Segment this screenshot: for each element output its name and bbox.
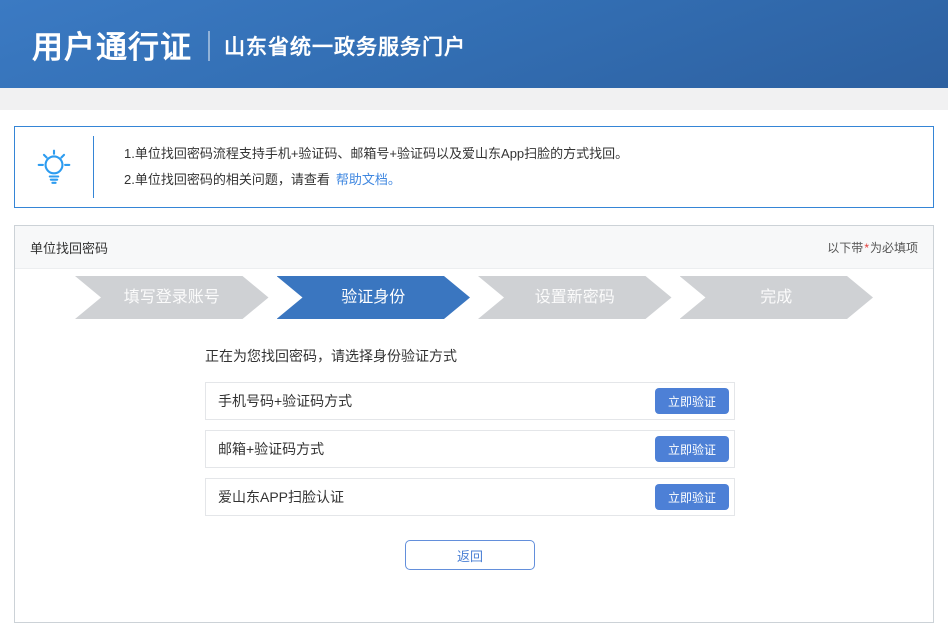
progress-steps: 填写登录账号 验证身份 设置新密码 完成 (75, 276, 873, 319)
step-set-new-password: 设置新密码 (478, 276, 672, 319)
method-row-face-scan: 爱山东APP扫脸认证 立即验证 (205, 478, 735, 516)
back-button-wrap: 返回 (205, 540, 735, 570)
required-note-prefix: 以下带 (827, 241, 863, 255)
verify-now-button-phone[interactable]: 立即验证 (655, 388, 729, 414)
required-note-suffix: 为必填项 (870, 241, 918, 255)
back-button[interactable]: 返回 (405, 540, 535, 570)
step-label: 完成 (760, 289, 792, 306)
link-suffix: 。 (388, 172, 401, 187)
required-star: * (863, 241, 870, 255)
method-label: 手机号码+验证码方式 (206, 391, 352, 411)
step-label: 填写登录账号 (124, 289, 220, 306)
recover-password-panel: 单位找回密码 以下带*为必填项 填写登录账号 验证身份 设置新密码 完成 正在为… (14, 225, 934, 623)
title-divider (208, 31, 210, 61)
step-label: 验证身份 (341, 289, 405, 306)
top-banner: 用户通行证 山东省统一政务服务门户 (0, 0, 948, 88)
step-label: 设置新密码 (535, 289, 615, 306)
notice-text: 1.单位找回密码流程支持手机+验证码、邮箱号+验证码以及爱山东App扫脸的方式找… (94, 141, 628, 193)
lightbulb-icon (15, 148, 93, 186)
method-row-phone: 手机号码+验证码方式 立即验证 (205, 382, 735, 420)
step-verify-identity: 验证身份 (277, 276, 471, 319)
step-fill-account: 填写登录账号 (75, 276, 269, 319)
panel-title: 单位找回密码 (30, 238, 108, 257)
notice-line-2-text: 2.单位找回密码的相关问题，请查看 (124, 172, 330, 187)
method-label: 邮箱+验证码方式 (206, 439, 324, 459)
verify-now-button-email[interactable]: 立即验证 (655, 436, 729, 462)
notice-line-2: 2.单位找回密码的相关问题，请查看帮助文档。 (124, 167, 628, 193)
verify-now-button-face[interactable]: 立即验证 (655, 484, 729, 510)
notice-box: 1.单位找回密码流程支持手机+验证码、邮箱号+验证码以及爱山东App扫脸的方式找… (14, 126, 934, 208)
notice-line-1: 1.单位找回密码流程支持手机+验证码、邮箱号+验证码以及爱山东App扫脸的方式找… (124, 141, 628, 167)
verify-prompt: 正在为您找回密码，请选择身份验证方式 (205, 346, 933, 366)
header-substrip (0, 88, 948, 110)
step-done: 完成 (680, 276, 874, 319)
method-row-email: 邮箱+验证码方式 立即验证 (205, 430, 735, 468)
site-title: 用户通行证 (32, 22, 192, 67)
method-label: 爱山东APP扫脸认证 (206, 487, 344, 507)
site-subtitle: 山东省统一政务服务门户 (224, 31, 466, 61)
panel-header: 单位找回密码 以下带*为必填项 (15, 226, 933, 269)
help-doc-link[interactable]: 帮助文档 (336, 172, 388, 187)
page: 用户通行证 山东省统一政务服务门户 1.单位找回密码流程支持手机+验证码、邮箱号… (0, 0, 948, 637)
required-note: 以下带*为必填项 (827, 239, 918, 256)
